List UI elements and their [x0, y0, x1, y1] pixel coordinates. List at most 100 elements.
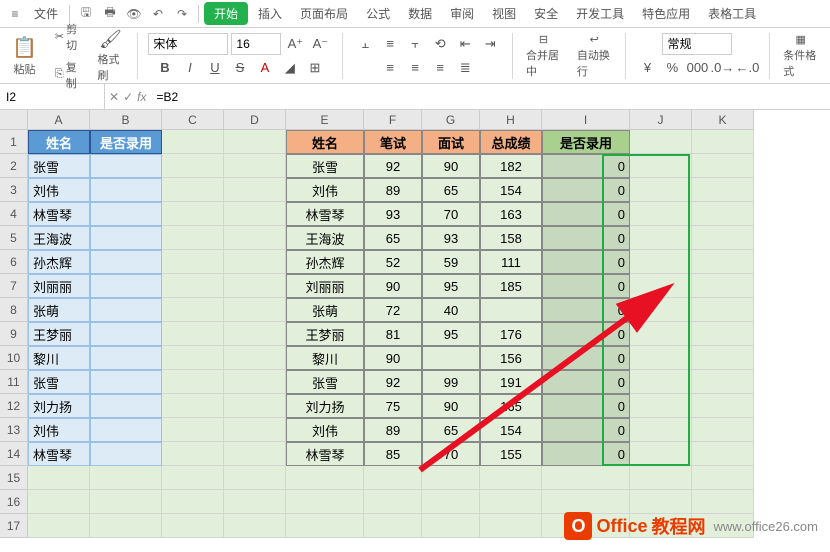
- cell[interactable]: 张萌: [28, 298, 90, 322]
- cell[interactable]: [28, 466, 90, 490]
- cell[interactable]: [162, 226, 224, 250]
- cell[interactable]: [480, 490, 542, 514]
- align-top-icon[interactable]: ⫠: [354, 33, 376, 55]
- italic-button[interactable]: I: [179, 57, 201, 79]
- col-header[interactable]: C: [162, 110, 224, 130]
- tab-security[interactable]: 安全: [526, 2, 566, 25]
- cell[interactable]: 90: [364, 274, 422, 298]
- cell[interactable]: 0: [542, 418, 630, 442]
- fx-icon[interactable]: fx: [137, 90, 146, 104]
- cell[interactable]: [28, 490, 90, 514]
- grow-font-icon[interactable]: A⁺: [284, 33, 306, 55]
- cell[interactable]: 65: [422, 178, 480, 202]
- print-icon[interactable]: 🖶: [99, 3, 121, 25]
- cell[interactable]: [692, 154, 754, 178]
- cell[interactable]: 刘力扬: [28, 394, 90, 418]
- tab-insert[interactable]: 插入: [250, 2, 290, 25]
- cell[interactable]: 黎川: [28, 346, 90, 370]
- cell[interactable]: [90, 394, 162, 418]
- merge-button[interactable]: ⊟ 合并居中: [520, 31, 567, 81]
- cell[interactable]: [90, 298, 162, 322]
- cell[interactable]: 0: [542, 202, 630, 226]
- cell[interactable]: [630, 298, 692, 322]
- col-header[interactable]: G: [422, 110, 480, 130]
- align-mid-icon[interactable]: ≡: [379, 33, 401, 55]
- cell[interactable]: [162, 370, 224, 394]
- cell[interactable]: 163: [480, 202, 542, 226]
- cell[interactable]: [630, 178, 692, 202]
- undo-icon[interactable]: ↶: [147, 3, 169, 25]
- cell[interactable]: [692, 178, 754, 202]
- cell[interactable]: [364, 514, 422, 538]
- cell[interactable]: 0: [542, 154, 630, 178]
- col-header[interactable]: J: [630, 110, 692, 130]
- cell[interactable]: [542, 466, 630, 490]
- cell[interactable]: 81: [364, 322, 422, 346]
- cell[interactable]: [692, 322, 754, 346]
- cell[interactable]: 154: [480, 178, 542, 202]
- cond-format-button[interactable]: ▦ 条件格式: [777, 31, 824, 81]
- col-header[interactable]: B: [90, 110, 162, 130]
- cell[interactable]: [90, 178, 162, 202]
- paste-button[interactable]: 📋 粘贴: [6, 33, 43, 79]
- cell[interactable]: [422, 514, 480, 538]
- cell[interactable]: [162, 298, 224, 322]
- cell[interactable]: [630, 130, 692, 154]
- cell[interactable]: [692, 346, 754, 370]
- row-header[interactable]: 5: [0, 226, 28, 250]
- cell[interactable]: [630, 346, 692, 370]
- cell[interactable]: [162, 514, 224, 538]
- cell[interactable]: [162, 130, 224, 154]
- row-header[interactable]: 6: [0, 250, 28, 274]
- cell[interactable]: 刘伟: [286, 418, 364, 442]
- cell[interactable]: 张萌: [286, 298, 364, 322]
- percent-icon[interactable]: %: [661, 57, 683, 79]
- cell[interactable]: 92: [364, 370, 422, 394]
- cell[interactable]: 85: [364, 442, 422, 466]
- cell[interactable]: [630, 202, 692, 226]
- cell[interactable]: [90, 346, 162, 370]
- cell[interactable]: 0: [542, 298, 630, 322]
- row-header[interactable]: 15: [0, 466, 28, 490]
- cell[interactable]: 林雪琴: [286, 442, 364, 466]
- cell[interactable]: 92: [364, 154, 422, 178]
- cell[interactable]: 孙杰辉: [286, 250, 364, 274]
- row-header[interactable]: 10: [0, 346, 28, 370]
- cell[interactable]: 90: [422, 154, 480, 178]
- cell[interactable]: 59: [422, 250, 480, 274]
- tab-view[interactable]: 视图: [484, 2, 524, 25]
- cell[interactable]: 是否录用: [90, 130, 162, 154]
- cell[interactable]: [224, 514, 286, 538]
- cell[interactable]: [630, 322, 692, 346]
- row-header[interactable]: 9: [0, 322, 28, 346]
- spreadsheet-grid[interactable]: ABCDEFGHIJK 1234567891011121314151617 姓名…: [0, 110, 830, 552]
- cell[interactable]: 林雪琴: [28, 202, 90, 226]
- cell[interactable]: [692, 370, 754, 394]
- row-header[interactable]: 1: [0, 130, 28, 154]
- cell[interactable]: 0: [542, 322, 630, 346]
- cell[interactable]: [90, 322, 162, 346]
- cell[interactable]: 王海波: [286, 226, 364, 250]
- cell[interactable]: 155: [480, 442, 542, 466]
- cell[interactable]: [90, 418, 162, 442]
- indent-inc-icon[interactable]: ⇥: [479, 33, 501, 55]
- cell[interactable]: [162, 466, 224, 490]
- cell[interactable]: 182: [480, 154, 542, 178]
- cell[interactable]: 0: [542, 346, 630, 370]
- cell[interactable]: [90, 202, 162, 226]
- cell[interactable]: 林雪琴: [286, 202, 364, 226]
- cell[interactable]: 姓名: [28, 130, 90, 154]
- cell[interactable]: [630, 226, 692, 250]
- cell[interactable]: 72: [364, 298, 422, 322]
- cell[interactable]: [90, 250, 162, 274]
- cell[interactable]: 0: [542, 394, 630, 418]
- cell[interactable]: [692, 274, 754, 298]
- cell[interactable]: [224, 274, 286, 298]
- cell[interactable]: [692, 442, 754, 466]
- row-header[interactable]: 17: [0, 514, 28, 538]
- cell[interactable]: 176: [480, 322, 542, 346]
- cell[interactable]: [162, 274, 224, 298]
- cell[interactable]: 0: [542, 370, 630, 394]
- cell[interactable]: [224, 298, 286, 322]
- comma-icon[interactable]: 000: [686, 57, 708, 79]
